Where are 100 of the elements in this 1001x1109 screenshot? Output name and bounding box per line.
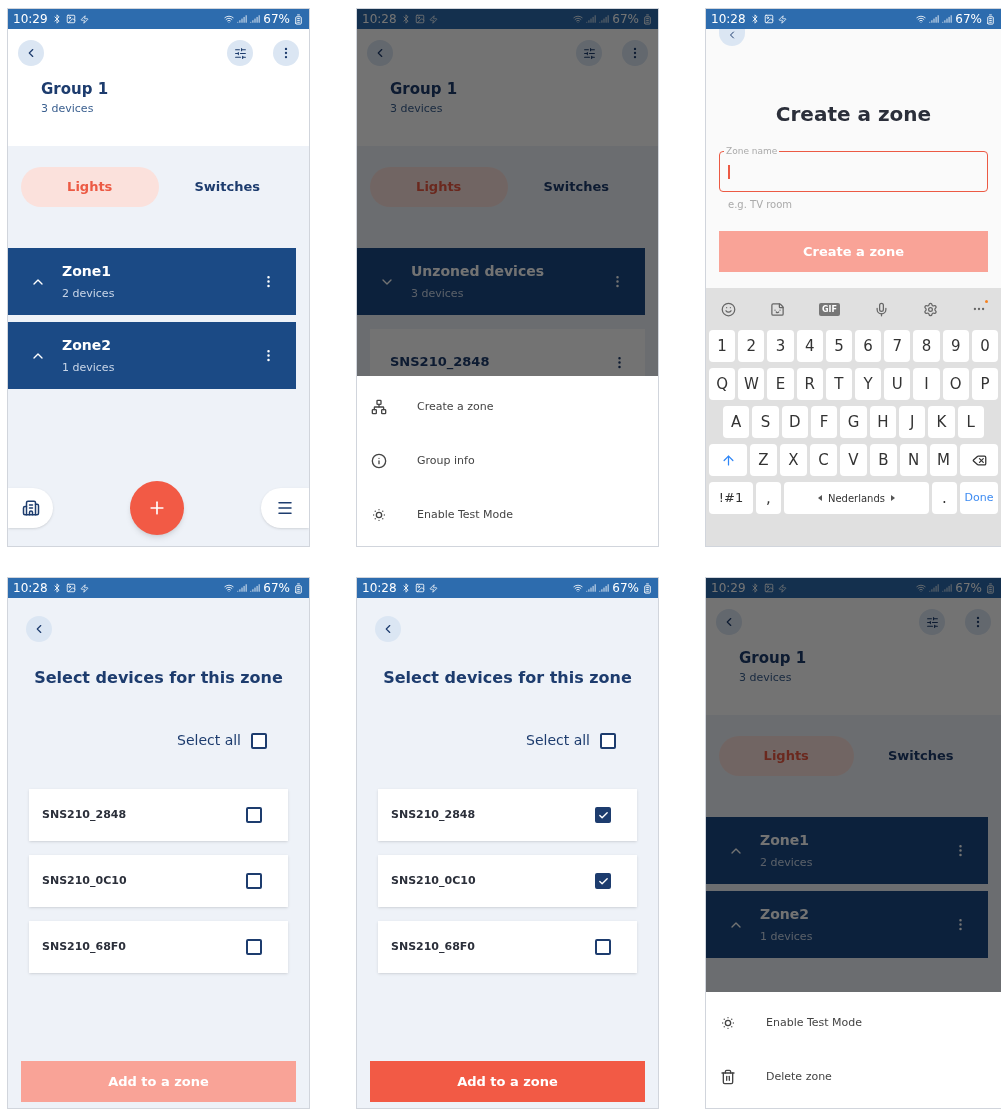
menu-item-label: Enable Test Mode bbox=[417, 506, 514, 523]
key[interactable]: 0 bbox=[971, 330, 999, 362]
key[interactable]: B bbox=[870, 444, 897, 476]
key[interactable]: Y bbox=[855, 368, 882, 400]
building-button[interactable] bbox=[8, 488, 53, 528]
field-helper: e.g. TV room bbox=[727, 198, 794, 212]
sheet-menu-item[interactable]: Group info bbox=[357, 434, 658, 488]
key[interactable]: 5 bbox=[825, 330, 852, 362]
device-card[interactable]: SNS210_2848 bbox=[29, 789, 288, 841]
filter-button[interactable] bbox=[919, 609, 945, 635]
sticker-icon[interactable] bbox=[770, 301, 785, 317]
key[interactable]: M bbox=[930, 444, 957, 476]
key[interactable]: 7 bbox=[884, 330, 911, 362]
key[interactable]: L bbox=[957, 406, 984, 438]
key[interactable]: 8 bbox=[913, 330, 940, 362]
key[interactable]: 2 bbox=[738, 330, 765, 362]
hierarchy-icon bbox=[371, 399, 387, 415]
device-card[interactable]: SNS210_68F0 bbox=[378, 921, 637, 973]
device-card[interactable]: SNS210_68F0 bbox=[29, 921, 288, 973]
backspace-key[interactable] bbox=[960, 444, 998, 476]
key[interactable]: , bbox=[756, 482, 781, 514]
sheet-menu-item[interactable]: Enable Test Mode bbox=[357, 488, 658, 542]
key[interactable]: I bbox=[913, 368, 940, 400]
key[interactable]: 4 bbox=[796, 330, 823, 362]
tab[interactable]: Switches bbox=[158, 167, 296, 207]
battery-percent: 67% bbox=[263, 580, 290, 597]
key[interactable]: S bbox=[752, 406, 779, 438]
zone-card[interactable]: Zone2 1 devices bbox=[8, 322, 296, 389]
key[interactable]: N bbox=[900, 444, 927, 476]
key[interactable]: . bbox=[932, 482, 957, 514]
add-button[interactable] bbox=[130, 481, 184, 535]
key[interactable]: C bbox=[810, 444, 837, 476]
back-button[interactable] bbox=[18, 40, 44, 66]
wifi-icon bbox=[573, 14, 584, 24]
backspace-icon bbox=[971, 452, 987, 468]
emoji-icon[interactable] bbox=[721, 301, 736, 317]
key[interactable]: K bbox=[928, 406, 955, 438]
key[interactable]: T bbox=[825, 368, 852, 400]
key[interactable]: G bbox=[840, 406, 867, 438]
image-icon bbox=[763, 14, 774, 24]
key[interactable]: W bbox=[738, 368, 765, 400]
key[interactable]: Q bbox=[709, 368, 736, 400]
back-button[interactable] bbox=[719, 29, 745, 46]
key[interactable]: 3 bbox=[767, 330, 794, 362]
key[interactable]: U bbox=[884, 368, 911, 400]
group-subtitle: 3 devices bbox=[739, 670, 793, 685]
key[interactable]: E bbox=[767, 368, 794, 400]
key[interactable]: D bbox=[781, 406, 808, 438]
menu-button[interactable] bbox=[261, 488, 309, 528]
zone-device-count: 2 devices bbox=[760, 854, 814, 871]
battery-icon bbox=[293, 13, 304, 25]
menu-item-label: Enable Test Mode bbox=[766, 1014, 863, 1031]
checkbox[interactable] bbox=[595, 807, 611, 823]
sheet-menu-item[interactable]: Delete zone bbox=[706, 1050, 1001, 1104]
wifi-icon bbox=[224, 583, 235, 593]
key[interactable]: V bbox=[840, 444, 867, 476]
checkbox[interactable] bbox=[246, 873, 262, 889]
checkbox[interactable] bbox=[595, 873, 611, 889]
back-button[interactable] bbox=[26, 616, 52, 642]
key[interactable]: J bbox=[898, 406, 926, 438]
key[interactable]: X bbox=[780, 444, 807, 476]
key[interactable]: !#1 bbox=[709, 482, 753, 514]
checkbox[interactable] bbox=[600, 732, 616, 749]
signal-icon bbox=[237, 583, 248, 593]
checkbox[interactable] bbox=[251, 732, 267, 749]
key[interactable]: 6 bbox=[855, 330, 882, 362]
image-icon bbox=[763, 583, 774, 593]
back-button[interactable] bbox=[375, 616, 401, 642]
shift-key[interactable] bbox=[709, 444, 747, 476]
space-key[interactable]: Nederlands bbox=[784, 482, 929, 514]
key[interactable]: P bbox=[971, 368, 999, 400]
key[interactable]: H bbox=[869, 406, 896, 438]
filter-button[interactable] bbox=[576, 40, 602, 66]
settings-icon[interactable] bbox=[922, 301, 938, 317]
checkbox[interactable] bbox=[246, 939, 262, 955]
key[interactable]: O bbox=[942, 368, 969, 400]
status-time: 10:29 bbox=[13, 11, 48, 28]
battery-percent: 67% bbox=[955, 11, 982, 28]
gif-button[interactable]: GIF bbox=[818, 302, 840, 316]
checkbox[interactable] bbox=[246, 807, 262, 823]
checkbox[interactable] bbox=[595, 939, 611, 955]
mic-icon[interactable] bbox=[873, 301, 889, 317]
device-card[interactable]: SNS210_0C10 bbox=[29, 855, 288, 907]
key[interactable]: Done bbox=[960, 482, 998, 514]
key[interactable]: F bbox=[811, 406, 838, 438]
filter-button[interactable] bbox=[227, 40, 253, 66]
key[interactable]: A bbox=[723, 406, 750, 438]
key[interactable]: R bbox=[796, 368, 823, 400]
key[interactable]: Z bbox=[750, 444, 777, 476]
key[interactable]: 9 bbox=[942, 330, 969, 362]
sliders-icon bbox=[233, 46, 247, 60]
zone-card[interactable]: Zone1 2 devices bbox=[8, 248, 296, 315]
battery-icon bbox=[985, 582, 996, 594]
sheet-menu-item[interactable]: Enable Test Mode bbox=[706, 996, 1001, 1050]
device-card[interactable]: SNS210_2848 bbox=[378, 789, 637, 841]
screen-title: Select devices for this zone bbox=[382, 667, 633, 689]
device-name: SNS210_2848 bbox=[390, 353, 490, 372]
device-card[interactable]: SNS210_0C10 bbox=[378, 855, 637, 907]
key[interactable]: 1 bbox=[709, 330, 736, 362]
sliders-icon bbox=[582, 46, 596, 60]
